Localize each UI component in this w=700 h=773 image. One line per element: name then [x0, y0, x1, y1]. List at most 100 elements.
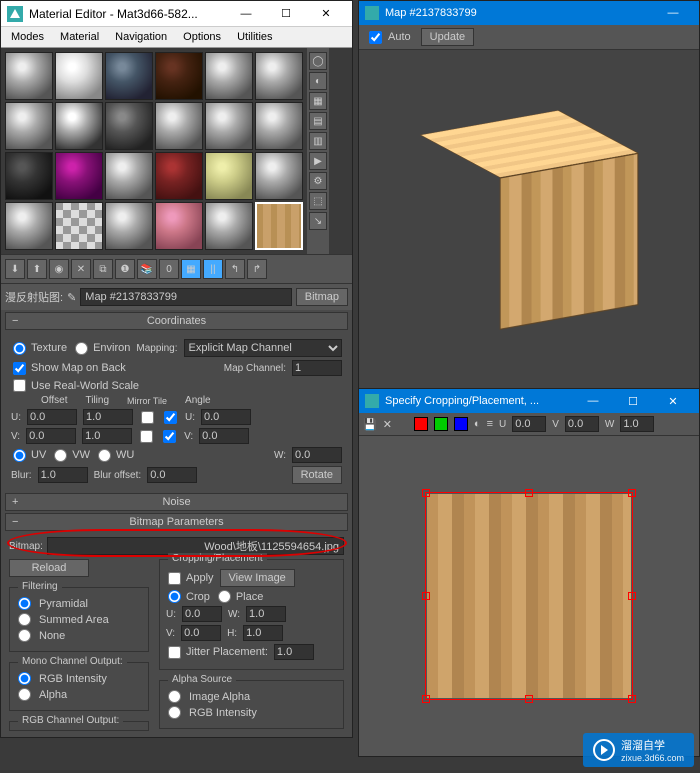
crop-image[interactable]	[427, 494, 631, 698]
crop-radio[interactable]: Crop	[166, 590, 210, 603]
put-to-lib-icon[interactable]: 📚	[137, 259, 157, 279]
map-name-field[interactable]	[80, 288, 291, 306]
material-swatch[interactable]	[105, 102, 153, 150]
material-swatch[interactable]	[55, 152, 103, 200]
crop-w-field[interactable]	[620, 416, 654, 432]
crop-h-spinner[interactable]	[243, 625, 283, 641]
menu-utilities[interactable]: Utilities	[237, 31, 272, 43]
options-icon[interactable]: ⚙	[309, 172, 327, 190]
mono-rgb-radio[interactable]: RGB Intensity	[16, 672, 142, 685]
material-swatch[interactable]	[205, 52, 253, 100]
v-angle-spinner[interactable]	[199, 428, 249, 444]
filtering-summed-radio[interactable]: Summed Area	[16, 613, 142, 626]
u-tiling-spinner[interactable]	[83, 409, 133, 425]
crop-rectangle[interactable]	[425, 492, 633, 700]
place-radio[interactable]: Place	[216, 590, 264, 603]
crop-w-spinner[interactable]	[246, 606, 286, 622]
wu-radio[interactable]: WU	[96, 449, 134, 462]
mono-alpha-radio[interactable]: Alpha	[16, 688, 142, 701]
crop-handle[interactable]	[525, 489, 533, 497]
material-swatch[interactable]	[55, 52, 103, 100]
go-parent-icon[interactable]: ↰	[225, 259, 245, 279]
menu-modes[interactable]: Modes	[11, 31, 44, 43]
close-button[interactable]: ✕	[306, 7, 346, 20]
w-angle-spinner[interactable]	[292, 447, 342, 463]
maximize-button[interactable]: ☐	[266, 7, 306, 20]
assign-icon[interactable]: ◉	[49, 259, 69, 279]
crop-handle[interactable]	[628, 489, 636, 497]
material-swatch[interactable]	[255, 152, 303, 200]
material-swatch[interactable]	[5, 202, 53, 250]
green-channel-button[interactable]	[434, 417, 448, 431]
material-swatch[interactable]	[205, 202, 253, 250]
filtering-pyramidal-radio[interactable]: Pyramidal	[16, 597, 142, 610]
material-swatch[interactable]	[105, 202, 153, 250]
cropping-titlebar[interactable]: Specify Cropping/Placement, ... — ☐ ✕	[359, 389, 699, 413]
material-swatch-selected[interactable]	[255, 202, 303, 250]
map-channel-spinner[interactable]	[292, 360, 342, 376]
v-tiling-spinner[interactable]	[82, 428, 132, 444]
environ-radio[interactable]: Environ	[73, 342, 130, 355]
material-swatch[interactable]	[55, 202, 103, 250]
bitmap-params-rollout[interactable]: −Bitmap Parameters	[5, 513, 348, 531]
reset-icon[interactable]: ✕	[71, 259, 91, 279]
real-world-checkbox[interactable]: Use Real-World Scale	[11, 379, 139, 392]
uv-radio[interactable]: UV	[11, 449, 46, 462]
sample-type-icon[interactable]: ◯	[309, 52, 327, 70]
menu-navigation[interactable]: Navigation	[115, 31, 167, 43]
backlight-icon[interactable]: ◐	[309, 72, 327, 90]
save-icon[interactable]: 💾	[363, 418, 377, 431]
crop-handle[interactable]	[422, 695, 430, 703]
jitter-checkbox[interactable]: Jitter Placement:	[166, 646, 268, 659]
vw-radio[interactable]: VW	[52, 449, 90, 462]
v-mirror-checkbox[interactable]	[140, 430, 153, 443]
material-map-nav-icon[interactable]: ↘	[309, 212, 327, 230]
preview-viewport[interactable]	[359, 50, 699, 390]
menu-material[interactable]: Material	[60, 31, 99, 43]
mapping-select[interactable]: Explicit Map Channel	[184, 339, 342, 357]
v-tile-checkbox[interactable]	[163, 430, 176, 443]
crop-v-field[interactable]	[565, 416, 599, 432]
sample-uv-icon[interactable]: ▤	[309, 112, 327, 130]
apply-checkbox[interactable]: Apply	[166, 572, 214, 585]
material-swatch[interactable]	[155, 152, 203, 200]
material-swatch[interactable]	[255, 102, 303, 150]
update-button[interactable]: Update	[421, 28, 474, 46]
material-swatch[interactable]	[205, 152, 253, 200]
u-mirror-checkbox[interactable]	[141, 411, 154, 424]
minimize-button[interactable]: —	[653, 7, 693, 19]
put-to-scene-icon[interactable]: ⬆	[27, 259, 47, 279]
reload-button[interactable]: Reload	[9, 559, 89, 577]
show-map-icon[interactable]: ▦	[181, 259, 201, 279]
maximize-button[interactable]: ☐	[613, 395, 653, 408]
texture-radio[interactable]: Texture	[11, 342, 67, 355]
u-tile-checkbox[interactable]	[164, 411, 177, 424]
alpha-channel-button[interactable]: ◐	[474, 418, 481, 430]
alpha-image-radio[interactable]: Image Alpha	[166, 690, 337, 703]
material-swatch[interactable]	[155, 202, 203, 250]
crop-handle[interactable]	[628, 695, 636, 703]
select-by-material-icon[interactable]: ⬚	[309, 192, 327, 210]
crop-handle[interactable]	[628, 592, 636, 600]
crop-handle[interactable]	[422, 592, 430, 600]
coordinates-rollout[interactable]: −Coordinates	[5, 312, 348, 330]
material-swatch[interactable]	[155, 102, 203, 150]
filtering-none-radio[interactable]: None	[16, 629, 142, 642]
crop-u-spinner[interactable]	[182, 606, 222, 622]
auto-checkbox[interactable]: Auto	[367, 31, 411, 44]
material-swatch[interactable]	[105, 52, 153, 100]
material-swatch[interactable]	[105, 152, 153, 200]
u-offset-spinner[interactable]	[27, 409, 77, 425]
go-forward-icon[interactable]: ↱	[247, 259, 267, 279]
clear-icon[interactable]: ✕	[383, 418, 392, 431]
map-type-button[interactable]: Bitmap	[296, 288, 348, 306]
crop-v-spinner[interactable]	[181, 625, 221, 641]
v-offset-spinner[interactable]	[26, 428, 76, 444]
material-editor-titlebar[interactable]: Material Editor - Mat3d66-582... — ☐ ✕	[1, 1, 352, 27]
material-id-icon[interactable]: 0	[159, 259, 179, 279]
copy-icon[interactable]: ⧉	[93, 259, 113, 279]
video-color-icon[interactable]: ▥	[309, 132, 327, 150]
show-map-on-back-checkbox[interactable]: Show Map on Back	[11, 362, 126, 375]
show-end-result-icon[interactable]: ||	[203, 259, 223, 279]
make-unique-icon[interactable]: ❶	[115, 259, 135, 279]
